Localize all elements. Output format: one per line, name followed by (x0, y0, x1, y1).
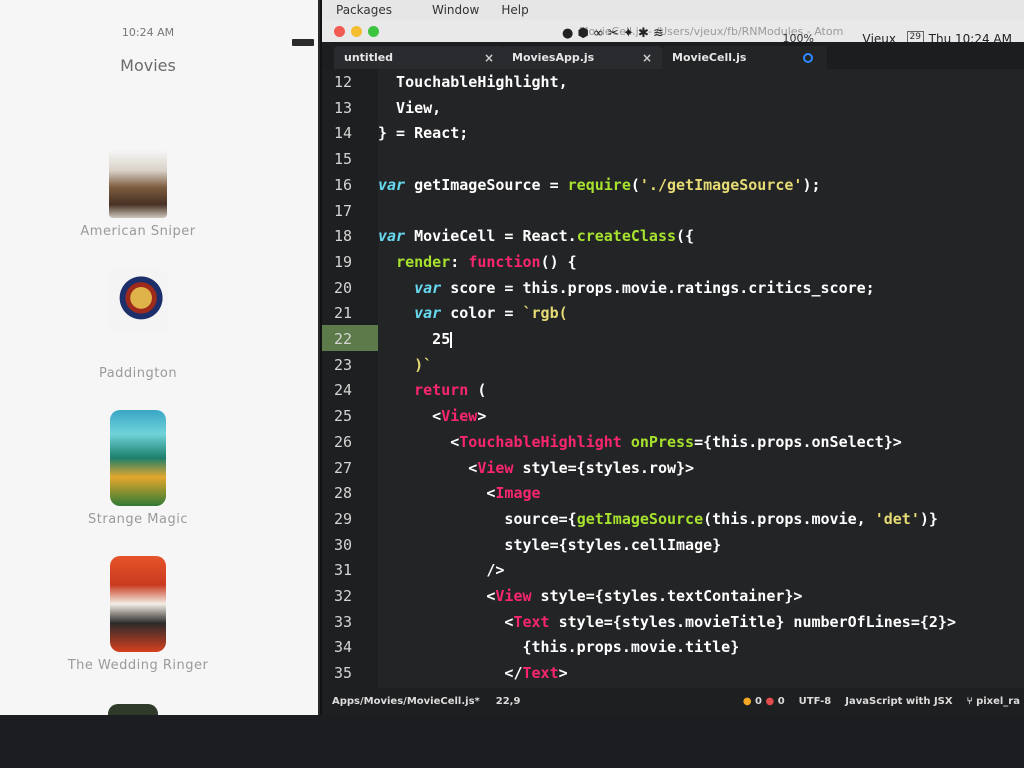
line-number: 31 (334, 561, 353, 580)
line-number: 27 (334, 458, 353, 477)
movie-cell[interactable]: Strange Magic (48, 410, 228, 527)
status-bar: Apps/Movies/MovieCell.js* 22,9 ● 0 ● 0 U… (322, 688, 1024, 715)
close-icon[interactable]: × (642, 51, 652, 65)
movie-cell[interactable]: American Sniper (48, 150, 228, 239)
code-line[interactable]: /> (378, 561, 504, 579)
code-line[interactable]: <View> (378, 407, 486, 425)
tab-label: MoviesApp.js (512, 51, 595, 64)
line-number-gutter: 12 13 14 15 16 17 18 19 20 21 22 23 24 25 26 27 28 29 30 31… (322, 69, 378, 688)
line-number: 23 (334, 355, 353, 374)
tab-bar: untitled × MoviesApp.js × MovieCell.js (322, 42, 1024, 69)
line-number: 29 (334, 509, 353, 528)
encoding[interactable]: UTF-8 (799, 696, 832, 707)
movie-poster (109, 150, 167, 218)
code-line[interactable]: {this.props.movie.title} (378, 638, 739, 656)
screen-bezel (0, 715, 1024, 768)
movie-poster (107, 270, 169, 332)
ios-simulator: 10:24 AM Movies American Sniper Paddingt… (0, 0, 320, 715)
movie-cell[interactable]: The Wedding Ringer (48, 556, 228, 673)
code-line[interactable]: )` (378, 356, 432, 374)
movie-title: The Wedding Ringer (67, 658, 209, 673)
line-number: 25 (334, 407, 353, 426)
code-line[interactable]: } = React; (378, 124, 468, 142)
code-line[interactable]: var score = this.props.movie.ratings.cri… (378, 279, 875, 297)
line-number: 15 (334, 150, 353, 169)
line-number: 18 (334, 227, 353, 246)
line-number: 13 (334, 98, 353, 117)
code-line[interactable]: <Image (378, 484, 540, 502)
line-number: 22 (334, 330, 353, 348)
tab-moviecell[interactable]: MovieCell.js (662, 46, 827, 69)
line-number: 16 (334, 175, 353, 194)
grammar[interactable]: JavaScript with JSX (845, 696, 952, 707)
code-line[interactable]: <TouchableHighlight onPress={this.props.… (378, 433, 902, 451)
line-number: 24 (334, 381, 353, 400)
menu-packages[interactable]: Packages (336, 3, 392, 17)
line-number: 33 (334, 612, 353, 631)
line-number: 12 (334, 73, 353, 91)
movie-poster (110, 410, 166, 506)
menu-window[interactable]: Window (432, 3, 479, 17)
minimize-window-button[interactable] (351, 25, 362, 37)
text-cursor (450, 331, 453, 348)
close-window-button[interactable] (334, 25, 345, 37)
code-line[interactable]: var getImageSource = require('./getImage… (378, 176, 821, 194)
line-number: 20 (334, 278, 353, 297)
code-editor[interactable]: TouchableHighlight, View, } = React; var g… (378, 69, 1024, 688)
branch-name: pixel_ra (976, 696, 1020, 707)
code-line[interactable]: var MovieCell = React.createClass({ (378, 227, 694, 245)
line-number: 14 (334, 124, 353, 143)
code-line[interactable]: return ( (378, 381, 486, 399)
line-number: 28 (334, 484, 353, 503)
file-path[interactable]: Apps/Movies/MovieCell.js* (332, 696, 480, 707)
close-icon[interactable]: × (484, 51, 494, 65)
line-number: 32 (334, 587, 353, 605)
movie-poster (110, 556, 166, 652)
line-number: 21 (334, 304, 353, 323)
movie-title: Paddington (98, 366, 178, 381)
git-branch[interactable]: ⑂ pixel_ra (967, 696, 1020, 707)
line-number: 26 (334, 432, 353, 451)
movie-title: Strange Magic (88, 512, 188, 527)
cursor-position[interactable]: 22,9 (496, 696, 521, 707)
code-line[interactable]: TouchableHighlight, (378, 73, 568, 91)
movie-cell[interactable]: Paddington (48, 270, 228, 381)
line-number: 30 (334, 535, 353, 554)
error-count: 0 (777, 696, 785, 707)
sim-status-time: 10:24 AM (121, 26, 175, 39)
zoom-window-button[interactable] (368, 25, 379, 37)
code-line[interactable]: View, (378, 99, 441, 117)
code-line[interactable]: <View style={styles.textContainer}> (378, 587, 802, 605)
tab-label: MovieCell.js (672, 51, 747, 64)
sim-nav-title: Movies (120, 56, 176, 75)
battery-icon (292, 39, 314, 46)
code-line[interactable]: source={getImageSource(this.props.movie,… (378, 510, 938, 528)
menu-bar: Packages Window Help (322, 0, 1024, 20)
tab-moviesapp[interactable]: MoviesApp.js × (502, 46, 662, 69)
atom-editor: Packages Window Help MovieCell.js - /Use… (322, 0, 1024, 715)
line-number: 35 (334, 664, 353, 683)
tab-untitled[interactable]: untitled × (334, 46, 504, 69)
warning-count: 0 (755, 696, 762, 707)
line-number: 17 (334, 201, 353, 220)
code-line[interactable]: 25 (378, 330, 453, 348)
lint-status[interactable]: ● 0 ● 0 (743, 696, 785, 707)
menu-help[interactable]: Help (501, 3, 528, 17)
movie-poster-partial (108, 704, 158, 715)
code-line[interactable]: render: function() { (378, 253, 577, 271)
movie-title: American Sniper (80, 224, 196, 239)
code-line[interactable]: <Text style={styles.movieTitle} numberOf… (378, 613, 956, 631)
code-line[interactable]: style={styles.cellImage} (378, 536, 721, 554)
code-line[interactable]: </Text> (378, 664, 567, 682)
menu-extras-icons: ● ⬢ ∞ ✂ ✦ ✱ ≋ (562, 26, 664, 41)
code-line[interactable]: <View style={styles.row}> (378, 459, 694, 477)
modified-indicator-icon (803, 52, 813, 63)
line-number: 19 (334, 252, 353, 271)
code-line[interactable]: var color = `rgb( (378, 304, 568, 322)
tab-label: untitled (344, 51, 394, 64)
line-number: 34 (334, 638, 353, 657)
